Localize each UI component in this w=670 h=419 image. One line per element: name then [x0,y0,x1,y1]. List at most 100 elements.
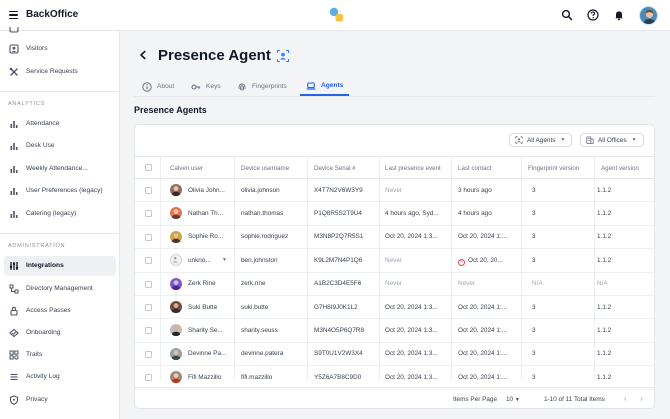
column-header-device-username[interactable]: Device username [241,165,289,172]
building-icon [586,136,594,144]
sidebar-divider [0,233,120,234]
table-row[interactable]: Nathan Th... nathan.thomas P1Q8R5S2T9U4 … [135,202,654,226]
row-checkbox[interactable] [145,257,152,265]
table-row[interactable]: Olivia John... olivia.johnson X4T7N2V6W3… [135,179,654,203]
column-header-device-serial[interactable]: Device Serial # [314,165,356,172]
sidebar-item-integrations[interactable]: Integrations [4,256,116,276]
last-presence-event: Oct 20, 2024 1:3... [385,326,438,334]
items-per-page-select[interactable]: 10 ▼ [506,396,520,403]
tab-agents[interactable]: Agents [300,77,350,96]
all-offices-filter[interactable]: All Offices ▼ [580,133,644,147]
sidebar-item-traits[interactable]: Traits [4,345,116,365]
table-row[interactable]: Zerk Rine zerk.rine A1B2C3D4E5F6 Never N… [135,273,654,296]
page-title: Presence Agent [158,47,271,64]
device-serial: Y5Z6A7B8C9D0 [314,373,362,381]
tab-fingerprints[interactable]: Fingerprints [237,77,287,96]
column-header-last-contact[interactable]: Last contact [458,165,491,172]
avatar [170,277,182,290]
bell-icon[interactable] [613,9,625,21]
tab-label: Fingerprints [252,83,287,90]
table-row[interactable]: Suki Butte suki.butte G7H8I9J0K1L2 Oct 2… [135,296,654,320]
sidebar-item-privacy[interactable]: Privacy [4,390,116,410]
column-header-last-presence-event[interactable]: Last presence event [385,165,441,172]
sidebar-item-label: Visitors [26,45,48,52]
table-row[interactable]: unkno... ▼ ben.johnston K9L2M7N4P1Q6 Nev… [135,249,654,273]
presence-agent-icon [276,49,290,63]
table-header: Calven user Device username Device Seria… [135,156,654,179]
tab-about[interactable]: About [142,77,174,96]
device-username: sharity.seuss [241,326,278,334]
sidebar-item-service-requests[interactable]: Service Requests [4,62,116,82]
last-contact: 4 hours ago [458,209,492,217]
device-username: devinne.patera [241,350,284,358]
back-arrow-icon[interactable] [138,50,148,60]
device-username: olivia.johnson [241,186,280,194]
user-avatar[interactable] [639,6,658,25]
column-header-calven-user[interactable]: Calven user [170,165,203,172]
sidebar-item-label: Activity Log [26,373,60,380]
sidebar-item-label: Traits [26,351,43,358]
help-icon[interactable] [587,9,599,21]
device-username: sophie.rodriguez [241,233,289,241]
laptop-icon [306,81,316,90]
sidebar-item-activity-log[interactable]: Activity Log [4,367,116,387]
tab-keys[interactable]: Keys [191,77,221,96]
error-icon: × [458,258,465,266]
row-checkbox[interactable] [145,350,152,358]
chevron-down-icon[interactable]: ▼ [222,257,227,263]
sidebar-item-directory-management[interactable]: Directory Management [4,279,116,299]
previous-page-icon[interactable]: ‹ [624,394,627,403]
sidebar-item-label: Weekly Attendance... [26,165,88,172]
fingerprint-version: 3 [532,373,536,381]
all-agents-filter[interactable]: All Agents ▼ [509,133,573,147]
table-row[interactable]: Sharity Se... sharity.seuss M3N4O5P6Q7R8… [135,319,654,343]
fingerprint-version: 3 [532,350,536,358]
sidebar-item-user-preferences[interactable]: User Preferences (legacy) [4,181,116,201]
integrations-icon [9,262,19,270]
last-contact: Oct 20, 2024 1:... [458,326,508,334]
filter-label: All Agents [527,136,556,144]
agent-version: N/A [597,280,608,288]
row-checkbox[interactable] [145,327,152,335]
sidebar-item-label: Access Passes [26,307,71,314]
chevron-down-icon: ▼ [514,397,520,403]
avatar-placeholder [170,254,182,267]
sidebar-item-onboarding[interactable]: Onboarding [4,323,116,343]
table-row[interactable]: Sophie Ro... sophie.rodriguez M3N8P2Q7R5… [135,226,654,250]
next-page-icon[interactable]: › [640,394,643,403]
fingerprint-version: 3 [532,303,536,311]
last-contact: Oct 20, 2024 1:... [458,350,508,358]
sidebar-item-desk-use[interactable]: Desk Use [4,136,116,156]
menu-icon[interactable] [9,11,18,19]
sidebar-item-catering[interactable]: Catering (legacy) [4,204,116,224]
row-checkbox[interactable] [145,187,152,194]
select-all-checkbox[interactable] [145,164,152,171]
calven-user: Fifi Mazzillo [188,373,222,381]
visitors-icon [9,44,19,54]
last-presence-event: Oct 20, 2024 1:3... [385,233,438,241]
agents-card: All Agents ▼ All Offices ▼ Calven user D… [134,124,655,409]
sidebar-item-label: Directory Management [26,285,93,292]
row-checkbox[interactable] [145,304,152,311]
search-icon[interactable] [561,9,573,21]
sidebar-item-weekly-attendance[interactable]: Weekly Attendance... [4,159,116,179]
row-checkbox[interactable] [145,374,152,382]
row-checkbox[interactable] [145,280,152,288]
sidebar-item-label: Desk Use [26,142,55,149]
agent-version: 1.1.2 [597,303,612,311]
row-checkbox[interactable] [145,210,152,218]
chevron-down-icon: ▼ [631,137,637,143]
device-serial: P1Q8R5S2T9U4 [314,209,362,217]
row-checkbox[interactable] [145,233,152,241]
agent-version: 1.1.2 [597,350,612,358]
column-header-fingerprint-version[interactable]: Fingerprint version [528,165,579,172]
device-username: zerk.rine [241,280,266,288]
sidebar-item-attendance[interactable]: Attendance [4,114,116,134]
column-header-agent-version[interactable]: Agent version [601,165,639,172]
last-contact-wrapper: × Oct 20, 20... [458,257,520,266]
sidebar-item-visitors[interactable]: Visitors [4,39,116,59]
chevron-down-icon: ▼ [560,137,566,143]
sidebar-item-access-passes[interactable]: Access Passes [4,301,116,321]
pagination-range: 1-10 of 11 Total Items [544,396,605,403]
table-row[interactable]: Devinne Pa... devinne.patera S9T0U1V2W3X… [135,343,654,367]
